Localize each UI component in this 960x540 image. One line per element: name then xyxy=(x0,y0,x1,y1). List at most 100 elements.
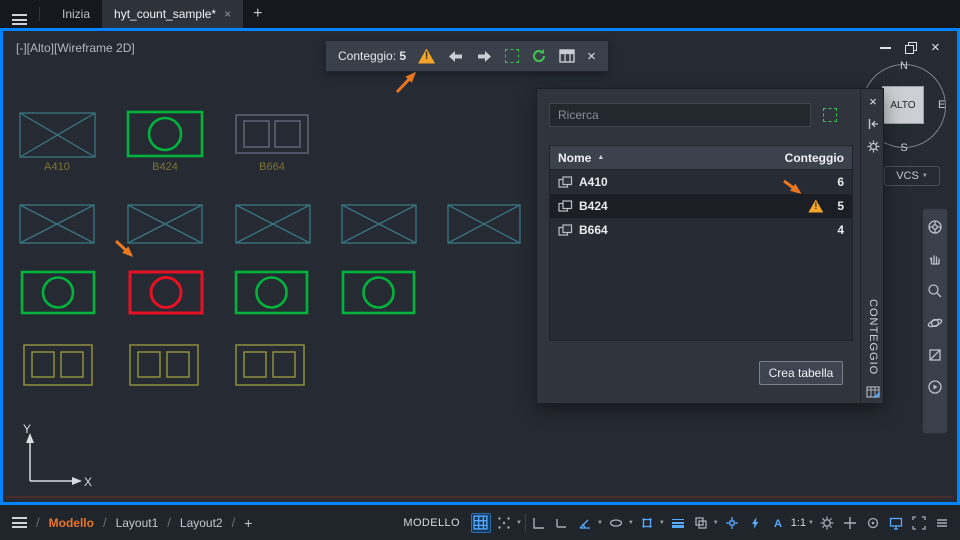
count-toolbar: Conteggio: 5 × xyxy=(325,40,609,72)
vcs-dropdown[interactable]: VCS ▼ xyxy=(884,166,940,186)
pan-hand-icon[interactable] xyxy=(927,251,943,267)
zoom-icon[interactable] xyxy=(927,283,943,299)
double-square-instances[interactable] xyxy=(23,344,305,386)
sort-ascending-icon: ▲ xyxy=(597,154,605,161)
lineweight-icon[interactable] xyxy=(668,513,688,533)
polar-tracking-icon[interactable] xyxy=(575,513,595,533)
table-row-b424[interactable]: B424 5 xyxy=(550,194,852,218)
file-tab-bar: Inizia hyt_count_sample* × + xyxy=(0,0,960,28)
show-motion-icon[interactable] xyxy=(927,379,943,395)
row-warning-icon[interactable] xyxy=(808,200,823,213)
selection-cycling-icon[interactable] xyxy=(691,513,711,533)
settings-gear-icon[interactable] xyxy=(817,513,837,533)
ucs-icon[interactable]: Y X xyxy=(23,422,92,489)
palette-close-icon[interactable]: × xyxy=(869,95,877,108)
ortho-icon[interactable] xyxy=(552,513,572,533)
table-header[interactable]: Nome ▲ Conteggio xyxy=(550,146,852,170)
app-menu-icon[interactable] xyxy=(12,14,27,25)
chevron-down-icon[interactable]: ▼ xyxy=(516,520,522,526)
layout-tab-layout2[interactable]: Layout2 xyxy=(180,516,223,530)
close-count-toolbar-icon[interactable]: × xyxy=(587,49,596,64)
block-label-b424[interactable]: B424 xyxy=(152,161,178,173)
divider: / xyxy=(36,515,40,530)
divider xyxy=(524,513,526,532)
isolate-objects-icon[interactable] xyxy=(863,513,883,533)
tray-crosshair-icon[interactable] xyxy=(840,513,860,533)
table-row-a410[interactable]: A410 6 xyxy=(550,170,852,194)
count-warning-icon[interactable] xyxy=(418,49,435,64)
divider: / xyxy=(167,515,171,530)
table-edit-icon[interactable] xyxy=(865,385,881,399)
annotation-visibility-icon[interactable] xyxy=(745,513,765,533)
viewcube-east[interactable]: E xyxy=(938,99,945,111)
tab-inizia[interactable]: Inizia xyxy=(50,0,102,28)
minimize-icon[interactable] xyxy=(880,46,891,49)
customization-menu-icon[interactable] xyxy=(932,513,952,533)
block-instance-b664[interactable] xyxy=(235,114,309,154)
crossed-box-instances[interactable] xyxy=(19,204,521,244)
tab-close-icon[interactable]: × xyxy=(224,7,231,21)
clean-screen-icon[interactable] xyxy=(909,513,929,533)
snap-icon[interactable] xyxy=(494,513,514,533)
palette-title[interactable]: CONTEGGIO xyxy=(867,299,879,375)
table-row-b664[interactable]: B664 4 xyxy=(550,218,852,242)
restore-icon[interactable] xyxy=(905,41,917,54)
next-instance-arrow-icon[interactable] xyxy=(476,50,493,63)
new-tab-button[interactable]: + xyxy=(253,5,262,23)
block-label-b664[interactable]: B664 xyxy=(259,161,285,173)
grid-icon[interactable] xyxy=(470,512,491,533)
block-icon xyxy=(558,200,573,212)
object-snap-icon[interactable] xyxy=(637,513,657,533)
block-icon xyxy=(558,224,573,236)
chevron-down-icon[interactable]: ▼ xyxy=(659,520,665,526)
layout-tab-modello[interactable]: Modello xyxy=(49,516,94,530)
count-value: 5 xyxy=(399,49,407,63)
block-instance-a410[interactable] xyxy=(19,112,96,158)
autoscale-annotation-icon[interactable]: A xyxy=(768,513,788,533)
palette-autohide-icon[interactable] xyxy=(868,118,879,130)
column-name[interactable]: Nome xyxy=(558,151,591,165)
isodraft-icon[interactable] xyxy=(606,513,626,533)
chevron-down-icon[interactable]: ▼ xyxy=(628,520,634,526)
block-label-a410[interactable]: A410 xyxy=(44,161,70,173)
dynamic-input-icon[interactable] xyxy=(529,513,549,533)
tab-label: Inizia xyxy=(62,7,91,21)
viewcube-top-face[interactable]: ALTO xyxy=(882,86,924,124)
column-count[interactable]: Conteggio xyxy=(785,151,844,165)
layout-tab-layout1[interactable]: Layout1 xyxy=(116,516,159,530)
viewcube-north[interactable]: N xyxy=(856,60,952,72)
chevron-down-icon[interactable]: ▼ xyxy=(713,520,719,526)
extents-icon[interactable] xyxy=(927,347,943,363)
pickbox-cursor-icon[interactable] xyxy=(722,513,742,533)
orbit-icon[interactable] xyxy=(927,315,943,331)
chevron-down-icon[interactable]: ▼ xyxy=(597,520,603,526)
divider xyxy=(39,7,40,21)
insert-count-table-icon[interactable] xyxy=(559,49,575,63)
navigation-wheel-icon[interactable] xyxy=(927,219,943,235)
prev-instance-arrow-icon[interactable] xyxy=(447,50,464,63)
divider: / xyxy=(102,515,107,530)
circle-box-instance-highlighted-red[interactable] xyxy=(128,270,204,315)
count-table: Nome ▲ Conteggio A410 6 B424 5 B664 4 xyxy=(549,145,853,341)
count-palette: Nome ▲ Conteggio A410 6 B424 5 B664 4 Cr… xyxy=(536,88,884,404)
palette-select-objects-icon[interactable] xyxy=(823,108,837,122)
navigation-bar xyxy=(922,208,948,434)
search-input[interactable] xyxy=(549,103,811,127)
refresh-count-icon[interactable] xyxy=(531,48,547,64)
vcs-label: VCS xyxy=(896,170,919,182)
viewport-controls-label[interactable]: [-][Alto][Wireframe 2D] xyxy=(16,41,135,55)
annotation-scale-value[interactable]: 1:1 xyxy=(791,517,806,529)
close-window-icon[interactable]: × xyxy=(931,40,940,55)
block-icon xyxy=(558,176,573,188)
select-counted-objects-icon[interactable] xyxy=(505,49,520,63)
create-table-button[interactable]: Crea tabella xyxy=(759,361,843,385)
block-instance-b424-green[interactable] xyxy=(126,110,204,158)
palette-settings-gear-icon[interactable] xyxy=(867,140,880,153)
circle-box-instances-green[interactable] xyxy=(20,270,416,315)
new-layout-button[interactable]: + xyxy=(244,515,252,531)
graphics-performance-icon[interactable] xyxy=(886,513,906,533)
layout-menu-icon[interactable] xyxy=(12,517,27,528)
svg-text:A: A xyxy=(774,518,782,530)
tab-drawing-active[interactable]: hyt_count_sample* × xyxy=(102,0,244,28)
chevron-down-icon[interactable]: ▼ xyxy=(808,520,814,526)
